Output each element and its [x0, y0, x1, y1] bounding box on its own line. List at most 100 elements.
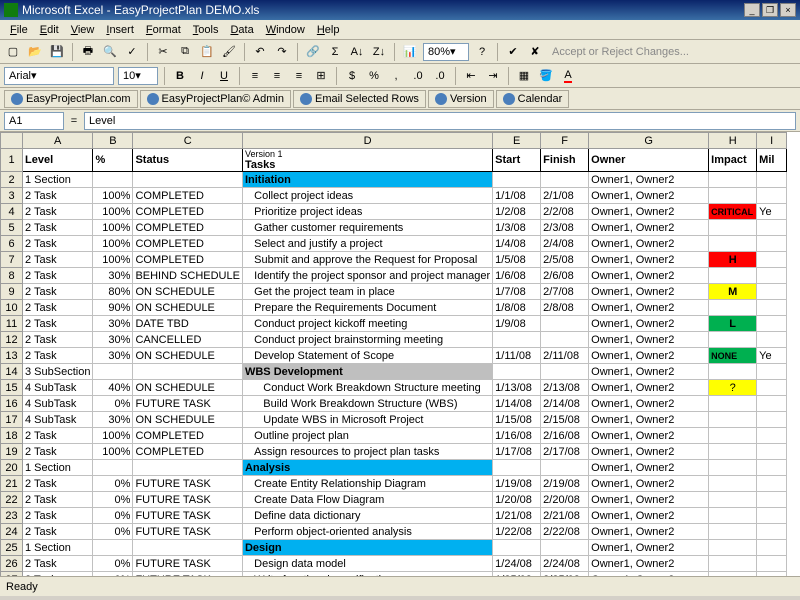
row-header[interactable]: 1: [1, 149, 23, 172]
underline-icon[interactable]: U: [215, 67, 233, 85]
menu-window[interactable]: Window: [260, 22, 311, 38]
fontsize-combo[interactable]: 10 ▾: [118, 67, 158, 85]
currency-icon[interactable]: $: [343, 67, 361, 85]
name-box[interactable]: A1: [4, 112, 64, 130]
data-row[interactable]: 272 Task0%FUTURE TASK Write functional s…: [1, 572, 787, 577]
data-row[interactable]: 62 Task100%COMPLETED Select and justify …: [1, 236, 787, 252]
reject-icon[interactable]: ✘: [526, 43, 544, 61]
paste-icon[interactable]: 📋: [198, 43, 216, 61]
custom-btn-email-selected-rows[interactable]: Email Selected Rows: [293, 90, 426, 108]
row-header[interactable]: 13: [1, 348, 23, 364]
col-header-D[interactable]: D: [242, 133, 492, 149]
sort-desc-icon[interactable]: Z↓: [370, 43, 388, 61]
borders-icon[interactable]: ▦: [515, 67, 533, 85]
row-header[interactable]: 18: [1, 428, 23, 444]
font-combo[interactable]: Arial ▾: [4, 67, 114, 85]
menu-file[interactable]: File: [4, 22, 34, 38]
align-center-icon[interactable]: ≡: [268, 67, 286, 85]
row-header[interactable]: 2: [1, 172, 23, 188]
data-row[interactable]: 222 Task0%FUTURE TASK Create Data Flow D…: [1, 492, 787, 508]
row-header[interactable]: 19: [1, 444, 23, 460]
col-header-F[interactable]: F: [541, 133, 589, 149]
data-row[interactable]: 154 SubTask40%ON SCHEDULE Conduct Work B…: [1, 380, 787, 396]
sort-asc-icon[interactable]: A↓: [348, 43, 366, 61]
row-header[interactable]: 26: [1, 556, 23, 572]
data-row[interactable]: 143 SubSectionWBS DevelopmentOwner1, Own…: [1, 364, 787, 380]
help-icon[interactable]: ?: [473, 43, 491, 61]
data-row[interactable]: 232 Task0%FUTURE TASK Define data dictio…: [1, 508, 787, 524]
col-header-E[interactable]: E: [493, 133, 541, 149]
row-header[interactable]: 14: [1, 364, 23, 380]
comma-icon[interactable]: ,: [387, 67, 405, 85]
row-header[interactable]: 27: [1, 572, 23, 577]
col-header-I[interactable]: I: [757, 133, 787, 149]
data-row[interactable]: 42 Task100%COMPLETED Prioritize project …: [1, 204, 787, 220]
select-all[interactable]: [1, 133, 23, 149]
row-header[interactable]: 17: [1, 412, 23, 428]
data-row[interactable]: 132 Task30%ON SCHEDULE Develop Statement…: [1, 348, 787, 364]
row-header[interactable]: 7: [1, 252, 23, 268]
col-header-A[interactable]: A: [23, 133, 93, 149]
link-icon[interactable]: 🔗: [304, 43, 322, 61]
data-row[interactable]: 182 Task100%COMPLETED Outline project pl…: [1, 428, 787, 444]
row-header[interactable]: 16: [1, 396, 23, 412]
data-row[interactable]: 262 Task0%FUTURE TASK Design data model1…: [1, 556, 787, 572]
row-header[interactable]: 3: [1, 188, 23, 204]
row-header[interactable]: 5: [1, 220, 23, 236]
undo-icon[interactable]: ↶: [251, 43, 269, 61]
col-header-H[interactable]: H: [709, 133, 757, 149]
new-icon[interactable]: ▢: [4, 43, 22, 61]
menu-format[interactable]: Format: [140, 22, 187, 38]
copy-icon[interactable]: ⧉: [176, 43, 194, 61]
close-button[interactable]: ×: [780, 3, 796, 17]
custom-btn-calendar[interactable]: Calendar: [496, 90, 570, 108]
data-row[interactable]: 242 Task0%FUTURE TASK Perform object-ori…: [1, 524, 787, 540]
dec-decimal-icon[interactable]: .0: [431, 67, 449, 85]
data-row[interactable]: 52 Task100%COMPLETED Gather customer req…: [1, 220, 787, 236]
menu-insert[interactable]: Insert: [100, 22, 140, 38]
row-header[interactable]: 8: [1, 268, 23, 284]
spell-icon[interactable]: ✓: [123, 43, 141, 61]
open-icon[interactable]: 📂: [26, 43, 44, 61]
indent-dec-icon[interactable]: ⇤: [462, 67, 480, 85]
row-header[interactable]: 20: [1, 460, 23, 476]
data-row[interactable]: 201 SectionAnalysisOwner1, Owner2: [1, 460, 787, 476]
data-row[interactable]: 102 Task90%ON SCHEDULE Prepare the Requi…: [1, 300, 787, 316]
row-header[interactable]: 10: [1, 300, 23, 316]
data-row[interactable]: 72 Task100%COMPLETED Submit and approve …: [1, 252, 787, 268]
row-header[interactable]: 15: [1, 380, 23, 396]
data-row[interactable]: 122 Task30%CANCELLED Conduct project bra…: [1, 332, 787, 348]
redo-icon[interactable]: ↷: [273, 43, 291, 61]
custom-btn-version[interactable]: Version: [428, 90, 494, 108]
data-row[interactable]: 112 Task30%DATE TBD Conduct project kick…: [1, 316, 787, 332]
font-color-icon[interactable]: A: [559, 67, 577, 85]
print-icon[interactable]: 🖶: [79, 43, 97, 61]
row-header[interactable]: 12: [1, 332, 23, 348]
align-left-icon[interactable]: ≡: [246, 67, 264, 85]
menu-help[interactable]: Help: [311, 22, 346, 38]
sum-icon[interactable]: Σ: [326, 43, 344, 61]
spreadsheet-grid[interactable]: ABCDEFGHI1Level%StatusVersion 1TasksStar…: [0, 132, 800, 576]
merge-icon[interactable]: ⊞: [312, 67, 330, 85]
data-row[interactable]: 82 Task30%BEHIND SCHEDULE Identify the p…: [1, 268, 787, 284]
col-header-C[interactable]: C: [133, 133, 243, 149]
percent-icon[interactable]: %: [365, 67, 383, 85]
align-right-icon[interactable]: ≡: [290, 67, 308, 85]
col-header-B[interactable]: B: [93, 133, 133, 149]
data-row[interactable]: 21 SectionInitiationOwner1, Owner2: [1, 172, 787, 188]
data-row[interactable]: 164 SubTask0%FUTURE TASK Build Work Brea…: [1, 396, 787, 412]
row-header[interactable]: 25: [1, 540, 23, 556]
data-row[interactable]: 174 SubTask30%ON SCHEDULE Update WBS in …: [1, 412, 787, 428]
data-row[interactable]: 212 Task0%FUTURE TASK Create Entity Rela…: [1, 476, 787, 492]
row-header[interactable]: 4: [1, 204, 23, 220]
cut-icon[interactable]: ✂: [154, 43, 172, 61]
minimize-button[interactable]: _: [744, 3, 760, 17]
italic-icon[interactable]: I: [193, 67, 211, 85]
chart-icon[interactable]: 📊: [401, 43, 419, 61]
custom-btn-easyprojectplan-admin[interactable]: EasyProjectPlan© Admin: [140, 90, 291, 108]
row-header[interactable]: 9: [1, 284, 23, 300]
menu-edit[interactable]: Edit: [34, 22, 65, 38]
data-row[interactable]: 251 SectionDesignOwner1, Owner2: [1, 540, 787, 556]
accept-icon[interactable]: ✔: [504, 43, 522, 61]
formula-input[interactable]: Level: [84, 112, 796, 130]
